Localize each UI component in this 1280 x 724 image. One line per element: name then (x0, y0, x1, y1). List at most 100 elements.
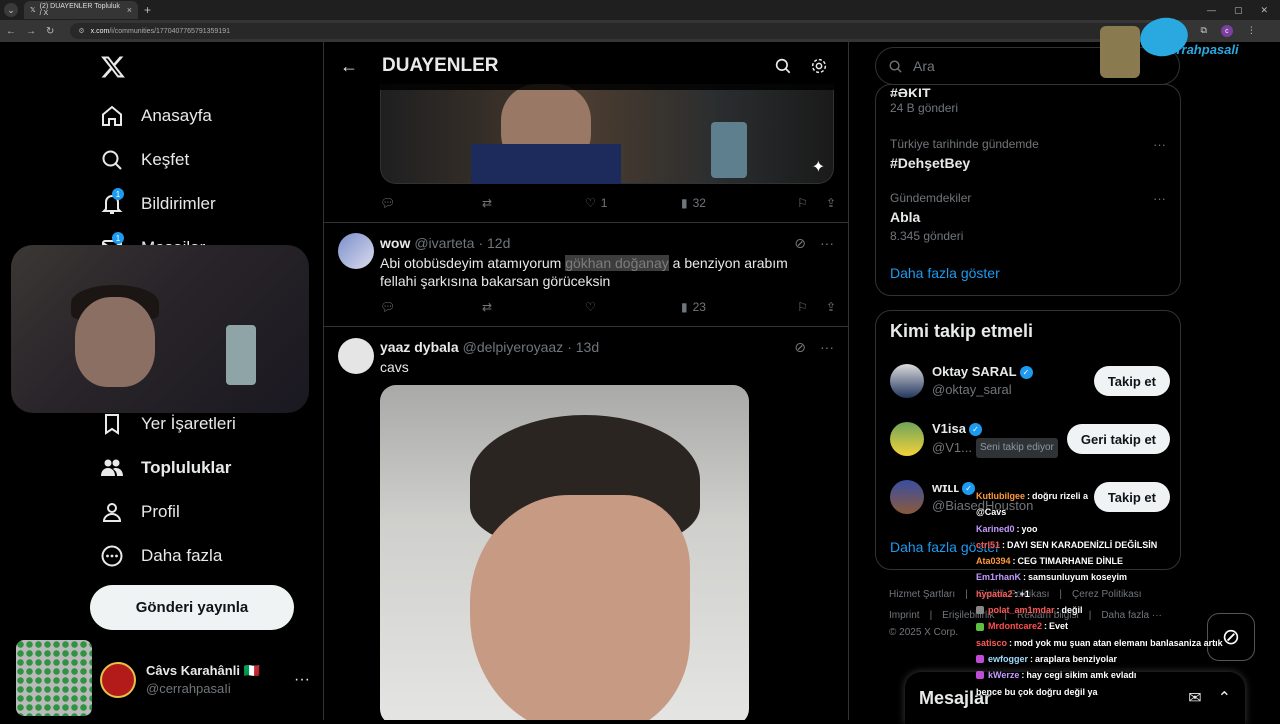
back-arrow-icon[interactable]: ← (340, 56, 358, 77)
views-button[interactable]: ▮ 32 (681, 196, 789, 210)
trend-item[interactable]: Türkiye tarihinde gündemde #DehşetBey (890, 137, 1039, 171)
sidebar-item-notifications[interactable]: 1 Bildirimler (100, 188, 216, 216)
search-icon (889, 60, 902, 73)
share-icon[interactable]: ⇪ (826, 196, 836, 210)
sidebar-item-label: Profil (141, 502, 180, 521)
minimize-button[interactable]: — (1207, 5, 1216, 16)
sidebar-item-home[interactable]: Anasayfa (100, 104, 212, 128)
chat-username: kWerze (988, 670, 1020, 681)
chat-message: hypatia2 : +1 (976, 586, 1276, 602)
retweet-button[interactable]: ⇄ (482, 300, 585, 314)
chat-message: @Cavs (976, 504, 1276, 520)
footer-link[interactable]: Hizmet Şartları (889, 589, 955, 600)
chat-message: ctrl51 : DAYI SEN KARADENİZLİ DEĞİLSİN (976, 537, 1276, 553)
chat-message: satisco : mod yok mu şuan atan elemanı b… (976, 635, 1276, 651)
views-button[interactable]: ▮ 23 (681, 300, 789, 314)
tab-search-button[interactable]: ⌄ (4, 3, 18, 17)
tweet-header: yaaz dybala @delpiyeroyaaz · 13d (380, 339, 599, 355)
chat-message: Mrdontcare2 : Evet (976, 618, 1276, 634)
reply-button[interactable]: 💬︎ (380, 196, 482, 210)
window-close-button[interactable]: ✕ (1260, 5, 1268, 16)
trends-card: #ƏKIT 24 B gönderi Türkiye tarihinde gün… (875, 84, 1181, 296)
site-info-icon[interactable]: ⚙ (78, 27, 84, 35)
follows-you-badge: Seni takip ediyor (975, 438, 1058, 458)
grok-icon[interactable]: ⊘ (794, 235, 806, 252)
tweet-image[interactable] (380, 385, 749, 720)
like-button[interactable]: ♡ 1 (585, 196, 681, 210)
back-arrow-icon[interactable]: ← (6, 26, 16, 37)
search-input[interactable] (913, 58, 1113, 74)
share-icon[interactable]: ⇪ (826, 300, 836, 314)
sparkle-icon[interactable]: ✦ (812, 157, 825, 177)
more-icon[interactable]: ··· (820, 339, 834, 356)
sidebar-item-bookmarks[interactable]: Yer İşaretleri (100, 412, 236, 436)
like-button[interactable]: ♡ (585, 300, 681, 314)
sidebar-item-communities[interactable]: Topluluklar (100, 456, 231, 480)
tweet-text: Abi otobüsdeyim atamıyorum gökhan doğana… (380, 255, 788, 289)
chat-text: araplara benziyolar (1035, 653, 1118, 664)
follow-back-button[interactable]: Geri takip et (1066, 424, 1170, 454)
chat-text: doğru rizeli a (1032, 491, 1089, 501)
url-field[interactable]: ⚙ x.com/i/communities/177040776579135919… (70, 23, 1161, 39)
tweet-time[interactable]: · 12d (478, 235, 510, 251)
chat-message: kWerze : hay cegi sikim amk evladı (976, 667, 1276, 683)
tab-close-icon[interactable]: × (127, 5, 132, 15)
verified-icon: ✓ (1019, 365, 1033, 379)
sidebar-item-more[interactable]: Daha fazla (100, 544, 222, 568)
page-title: DUAYENLER (382, 55, 499, 76)
follow-button[interactable]: Takip et (1093, 366, 1170, 396)
tweet-video-thumbnail[interactable]: ✦ (380, 84, 834, 184)
bookmark-icon[interactable]: ⚐ (797, 300, 808, 314)
tweet-author-name[interactable]: wow (380, 235, 410, 251)
chat-message: ewfogger : araplara benziyolar (976, 651, 1276, 667)
post-button[interactable]: Gönderi yayınla (90, 585, 294, 630)
account-switcher[interactable]: Câvs Karahânli 🇮🇹 @cerrahpasaIi ··· (100, 658, 310, 702)
more-icon[interactable]: ··· (1153, 191, 1166, 206)
more-icon[interactable]: ··· (294, 671, 310, 689)
heart-icon: ♡ (585, 196, 596, 210)
tweet-author-name[interactable]: yaaz dybala (380, 339, 459, 355)
chat-message: Ata0394 : CEG TIMARHANE DİNLE (976, 553, 1276, 569)
follow-suggestion[interactable]: V1isa ✓ @V1... Seni takip ediyor Geri taki… (890, 419, 1170, 459)
gear-icon[interactable] (810, 57, 828, 75)
chat-badge-icon (976, 622, 984, 631)
home-icon (102, 105, 122, 126)
sidebar-item-explore[interactable]: Keşfet (100, 148, 189, 172)
trend-item[interactable]: #ƏKIT 24 B gönderi (890, 81, 958, 115)
tweet-author-handle[interactable]: @delpiyeroyaaz (463, 339, 564, 355)
chat-text: mod yok mu şuan atan elemanı banlasaniza… (1014, 637, 1223, 648)
jar-overlay-image (16, 640, 92, 716)
tweet-author-handle[interactable]: @ivarteta (414, 235, 474, 251)
verified-icon: ✓ (962, 481, 976, 495)
forward-arrow-icon[interactable]: → (26, 26, 36, 37)
retweet-button[interactable]: ⇄ (482, 196, 585, 210)
trend-item[interactable]: Gündemdekiler Abla 8.345 gönderi (890, 191, 971, 243)
footer-link[interactable]: Imprint (889, 610, 920, 621)
chat-message: Kutlubilgee : doğru rizeli a (976, 488, 1276, 504)
tweet-actions: 💬︎ ⇄ ♡ 1 ▮ 32 ⚐ ⇪ (380, 196, 836, 210)
browser-tab[interactable]: 𝕏 (2) DUAYENLER Topluluk / X × (24, 1, 138, 19)
url-domain: x.com (90, 27, 110, 35)
search-icon[interactable] (774, 57, 792, 75)
avatar[interactable] (338, 233, 374, 269)
chat-text: CEG TIMARHANE DİNLE (1017, 556, 1124, 567)
show-more-link[interactable]: Daha fazla göster (890, 265, 1000, 281)
follow-suggestion[interactable]: Oktay SARAL ✓ @oktay_saral Takip et (890, 361, 1170, 401)
maximize-button[interactable]: ▢ (1234, 5, 1243, 16)
sidebar-item-label: Bildirimler (141, 194, 216, 213)
bar-chart-icon: ▮ (681, 196, 688, 210)
more-icon[interactable]: ··· (1153, 137, 1166, 152)
new-tab-button[interactable]: + (144, 3, 151, 17)
tweet-time[interactable]: · 13d (567, 339, 599, 355)
x-logo-icon[interactable] (100, 54, 126, 80)
reload-icon[interactable]: ↻ (46, 26, 54, 37)
avatar[interactable] (338, 338, 374, 374)
sidebar-item-profile[interactable]: Profil (100, 500, 180, 524)
reply-button[interactable]: 💬︎ (380, 300, 482, 314)
copyright: © 2025 X Corp. (889, 627, 959, 638)
address-bar-row: ← → ↻ ⚙ x.com/i/communities/177040776579… (0, 20, 1280, 42)
grok-icon[interactable]: ⊘ (794, 339, 806, 356)
bookmark-icon[interactable]: ⚐ (797, 196, 808, 210)
avatar (890, 480, 924, 514)
more-icon[interactable]: ··· (820, 235, 834, 252)
